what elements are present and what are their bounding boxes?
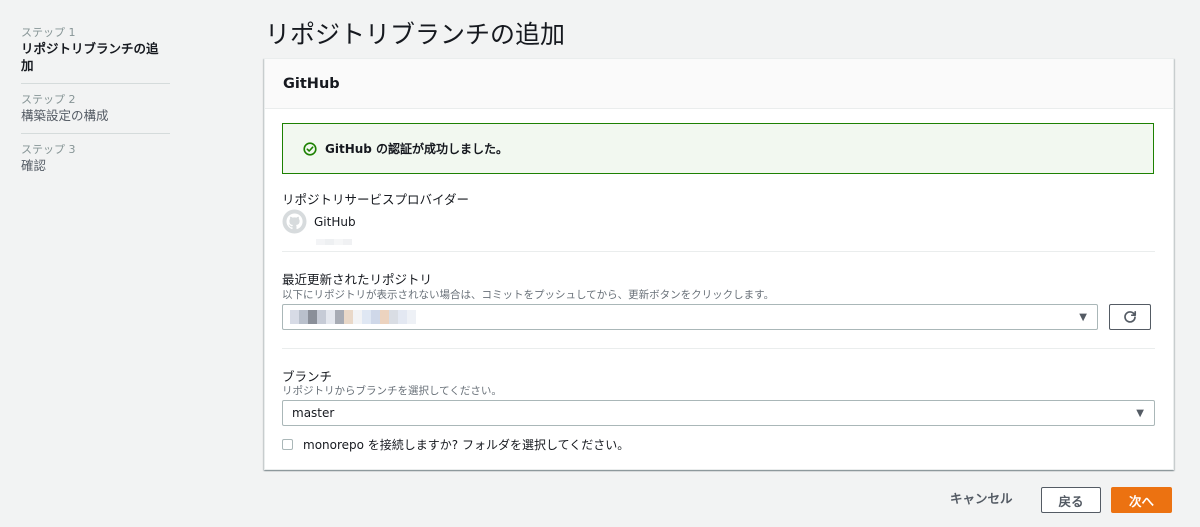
monorepo-label[interactable]: monorepo を接続しますか? フォルダを選択してください。: [303, 436, 629, 453]
step-2: ステップ 2 構築設定の構成: [21, 92, 170, 134]
back-button[interactable]: 戻る: [1041, 487, 1101, 513]
check-circle-icon: [303, 141, 317, 156]
branch-select[interactable]: master ▼: [282, 400, 1155, 426]
step-number: ステップ 1: [21, 26, 76, 39]
divider: [282, 251, 1155, 252]
refresh-button[interactable]: [1109, 304, 1151, 330]
provider-label: リポジトリサービスプロバイダー: [282, 192, 470, 207]
step-number: ステップ 3: [21, 143, 76, 156]
provider-name: GitHub: [314, 214, 356, 229]
step-3: ステップ 3 確認: [21, 142, 170, 183]
branch-description: リポジトリからブランチを選択してください。: [282, 385, 502, 397]
repository-description: 以下にリポジトリが表示されない場合は、コミットをプッシュしてから、更新ボタンをク…: [282, 289, 775, 301]
page-title: リポジトリブランチの追加: [265, 20, 566, 49]
wizard-steps: ステップ 1 リポジトリブランチの追加 ステップ 2 構築設定の構成 ステップ …: [21, 25, 170, 191]
divider: [282, 348, 1155, 349]
cancel-button[interactable]: キャンセル: [950, 488, 1013, 507]
chevron-down-icon: ▼: [1079, 311, 1087, 323]
branch-select-value: master: [292, 406, 335, 420]
redacted-repository-name: [283, 310, 1079, 324]
alert-message: GitHub の認証が成功しました。: [325, 142, 509, 156]
repository-label: 最近更新されたリポジトリ: [282, 272, 433, 287]
repository-select[interactable]: ▼: [282, 304, 1098, 330]
panel-title: GitHub: [283, 75, 340, 92]
redacted-text: [316, 239, 352, 245]
chevron-down-icon: ▼: [1136, 407, 1144, 419]
repository-panel: GitHub GitHub の認証が成功しました。 リポジトリサービスプロバイダ…: [264, 58, 1174, 470]
step-title: 確認: [21, 158, 47, 173]
step-number: ステップ 2: [21, 93, 76, 106]
panel-header: GitHub: [265, 59, 1173, 109]
step-1: ステップ 1 リポジトリブランチの追加: [21, 25, 170, 84]
success-alert: GitHub の認証が成功しました。: [282, 123, 1154, 174]
monorepo-checkbox[interactable]: [282, 439, 293, 450]
step-title: 構築設定の構成: [21, 108, 109, 123]
provider-info: GitHub: [282, 209, 356, 234]
next-button[interactable]: 次へ: [1111, 487, 1172, 513]
refresh-icon: [1123, 310, 1137, 324]
step-title: リポジトリブランチの追加: [21, 41, 159, 73]
monorepo-option[interactable]: monorepo を接続しますか? フォルダを選択してください。: [282, 436, 629, 453]
github-icon: [282, 209, 307, 234]
